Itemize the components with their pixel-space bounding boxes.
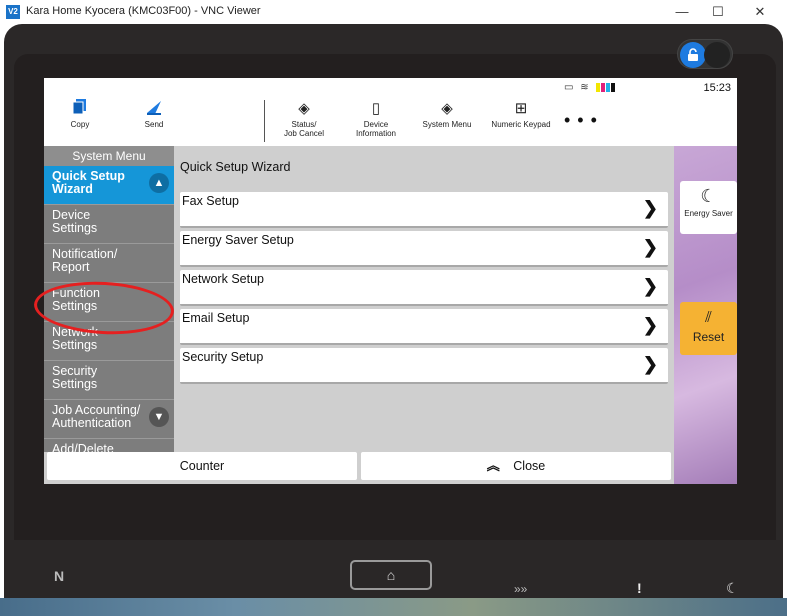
- close-window-button[interactable]: ✕: [745, 1, 775, 23]
- copy-label: Copy: [70, 120, 90, 129]
- more-options-button[interactable]: • • •: [564, 110, 598, 131]
- reset-button[interactable]: ⫽ Reset: [680, 302, 737, 355]
- list-item-label: Energy Saver Setup: [182, 233, 294, 247]
- sidebar-item-quick-setup-wizard[interactable]: Quick Setup Wizard ▲: [44, 166, 174, 205]
- close-label: Close: [513, 459, 546, 473]
- list-item-label: Security Setup: [182, 350, 264, 364]
- lock-toggle[interactable]: [677, 39, 733, 69]
- counter-label: Counter: [179, 459, 225, 473]
- sidebar-header: System Menu: [44, 146, 174, 166]
- sidebar-item-label: Settings: [52, 377, 98, 391]
- data-icon: »»: [514, 582, 528, 596]
- keypad-icon: ⊞: [514, 100, 528, 117]
- sidebar-item-label: Report: [52, 260, 90, 274]
- sidebar-item-job-accounting[interactable]: Job Accounting/ Authentication ▼: [44, 400, 174, 439]
- reset-label: Reset: [692, 330, 725, 344]
- list-item-label: Network Setup: [182, 272, 264, 286]
- nfc-icon: N: [54, 568, 65, 584]
- device-info-label-1: Device: [363, 120, 389, 129]
- eye-icon: ◈: [298, 100, 310, 117]
- copy-icon: [62, 98, 98, 120]
- function-bar: Copy Send ◈ Status/ Job Cancel ▯ Device …: [44, 98, 737, 146]
- system-menu-button[interactable]: ◈ System Menu: [416, 98, 478, 146]
- copy-button[interactable]: Copy: [62, 98, 98, 146]
- sidebar-item-security-settings[interactable]: Security Settings: [44, 361, 174, 400]
- numeric-keypad-button[interactable]: ⊞ Numeric Keypad: [484, 98, 558, 146]
- toner-icon: [595, 82, 616, 93]
- status-job-label-1: Status/: [291, 120, 317, 129]
- sidebar-item-device-settings[interactable]: Device Settings: [44, 205, 174, 244]
- vnc-viewer-window: V2 Kara Home Kyocera (KMC03F00) - VNC Vi…: [0, 0, 787, 616]
- send-button[interactable]: Send: [134, 98, 174, 146]
- energy-saver-label: Energy Saver: [684, 209, 733, 218]
- system-menu-label: System Menu: [422, 120, 472, 129]
- network-setup-item[interactable]: Network Setup ❯: [180, 270, 668, 306]
- touch-screen: ▭ ≋ 15:23 Copy Send ◈ Status/ Job Cancel…: [44, 78, 737, 484]
- right-action-panel: ☾ Energy Saver ⫽ Reset: [674, 146, 737, 484]
- chevron-right-icon: ❯: [642, 276, 658, 296]
- device-info-label-2: Information: [355, 129, 397, 138]
- toggle-knob: [704, 42, 730, 68]
- device-information-button[interactable]: ▯ Device Information: [346, 98, 406, 146]
- close-button[interactable]: ︽ Close: [361, 452, 671, 480]
- security-setup-item[interactable]: Security Setup ❯: [180, 348, 668, 384]
- clock: 15:23: [703, 82, 731, 94]
- diamond-icon: ◈: [441, 100, 453, 117]
- list-item-label: Fax Setup: [182, 194, 239, 208]
- attention-icon: !: [637, 580, 642, 596]
- info-icon: ▯: [371, 100, 381, 117]
- window-title: Kara Home Kyocera (KMC03F00) - VNC Viewe…: [26, 5, 261, 17]
- reset-icon: ⫽: [705, 309, 712, 326]
- send-icon: [134, 98, 174, 120]
- status-bar: ▭ ≋ 15:23: [44, 78, 737, 98]
- unlock-icon: [680, 42, 706, 68]
- wifi-icon: ≋: [580, 82, 591, 93]
- sleep-icon: ☾: [726, 580, 739, 596]
- desktop-background: [0, 598, 787, 616]
- home-icon: ⌂: [386, 567, 396, 583]
- numeric-keypad-label: Numeric Keypad: [491, 120, 551, 129]
- maximize-button[interactable]: ☐: [703, 1, 733, 23]
- send-label: Send: [144, 120, 164, 129]
- energy-saver-button[interactable]: ☾ Energy Saver: [680, 181, 737, 234]
- page-title: Quick Setup Wizard: [180, 160, 291, 174]
- email-setup-item[interactable]: Email Setup ❯: [180, 309, 668, 345]
- title-bar: V2 Kara Home Kyocera (KMC03F00) - VNC Vi…: [0, 0, 787, 24]
- chevron-up-icon[interactable]: ▲: [149, 173, 169, 193]
- sidebar-item-add-delete[interactable]: Add/Delete: [44, 439, 174, 453]
- fax-setup-item[interactable]: Fax Setup ❯: [180, 192, 668, 228]
- sidebar-item-label: Add/Delete: [52, 442, 114, 453]
- chevron-right-icon: ❯: [642, 198, 658, 218]
- energy-saver-setup-item[interactable]: Energy Saver Setup ❯: [180, 231, 668, 267]
- chevron-right-icon: ❯: [642, 237, 658, 257]
- chevron-down-icon[interactable]: ▼: [149, 407, 169, 427]
- vnc-logo-icon: V2: [6, 5, 20, 19]
- sidebar-item-label: Settings: [52, 221, 98, 235]
- sidebar-item-notification-report[interactable]: Notification/ Report: [44, 244, 174, 283]
- bottom-bar: Counter ︽ Close: [44, 452, 674, 484]
- toolbar-separator: [264, 100, 265, 142]
- list-item-label: Email Setup: [182, 311, 250, 325]
- quick-setup-panel: Quick Setup Wizard Fax Setup ❯ Energy Sa…: [174, 146, 674, 452]
- chevron-right-icon: ❯: [642, 315, 658, 335]
- status-job-cancel-button[interactable]: ◈ Status/ Job Cancel: [276, 98, 332, 146]
- counter-button[interactable]: Counter: [47, 452, 357, 480]
- double-chevron-up-icon: ︽: [486, 458, 500, 473]
- status-icons: ▭ ≋: [564, 82, 616, 93]
- chevron-right-icon: ❯: [642, 354, 658, 374]
- status-job-label-2: Job Cancel: [283, 129, 325, 138]
- minimize-button[interactable]: —: [667, 1, 697, 23]
- cast-icon: ▭: [564, 82, 576, 93]
- sidebar-item-label: Settings: [52, 338, 98, 352]
- moon-icon: ☾: [700, 186, 717, 206]
- home-button[interactable]: ⌂: [350, 560, 432, 590]
